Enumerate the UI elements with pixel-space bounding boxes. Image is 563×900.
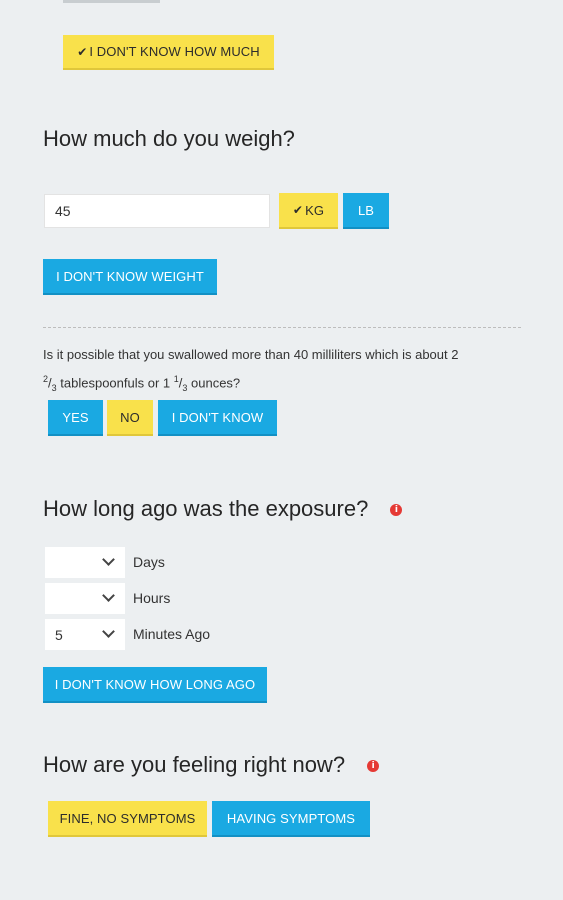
chevron-down-icon — [102, 553, 115, 566]
having-symptoms-button[interactable]: HAVING SYMPTOMS — [212, 801, 370, 837]
weight-value: 45 — [55, 203, 71, 219]
dont-know-how-long-button[interactable]: I DON'T KNOW HOW LONG AGO — [43, 667, 267, 703]
info-icon[interactable]: i — [390, 504, 403, 517]
checkmark-icon: ✔ — [292, 203, 304, 217]
dont-know-weight-button[interactable]: I DON'T KNOW WEIGHT — [43, 259, 217, 295]
no-label: NO — [120, 409, 140, 425]
dont-know-how-much-button[interactable]: ✔ I DON'T KNOW HOW MUCH — [63, 35, 274, 70]
days-select[interactable] — [45, 547, 125, 578]
dont-know-swallow-label: I DON'T KNOW — [171, 409, 264, 425]
weight-input[interactable]: 45 — [44, 194, 270, 228]
kg-button[interactable]: ✔ KG — [279, 193, 338, 229]
hours-label: Hours — [133, 590, 171, 606]
days-label: Days — [133, 554, 165, 570]
exposure-heading: How long ago was the exposure? i — [43, 496, 403, 522]
info-icon[interactable]: i — [367, 760, 380, 773]
minutes-select[interactable]: 5 — [45, 619, 125, 650]
feeling-heading: How are you feeling right now? i — [43, 752, 380, 778]
fraction-numerator: 2 — [43, 374, 49, 384]
lb-label: LB — [357, 202, 375, 218]
dont-know-how-long-label: I DON'T KNOW HOW LONG AGO — [54, 676, 256, 692]
yes-button[interactable]: YES — [48, 400, 103, 436]
fine-no-symptoms-label: FINE, NO SYMPTOMS — [59, 810, 196, 826]
exposure-heading-text: How long ago was the exposure? — [43, 496, 369, 521]
minutes-value: 5 — [55, 626, 63, 643]
weight-heading: How much do you weigh? — [43, 126, 295, 151]
fraction-numerator: 1 — [173, 374, 179, 384]
minutes-label: Minutes Ago — [133, 626, 211, 642]
having-symptoms-label: HAVING SYMPTOMS — [226, 810, 356, 826]
chevron-down-icon — [102, 589, 115, 602]
no-button[interactable]: NO — [107, 400, 153, 436]
dont-know-swallow-button[interactable]: I DON'T KNOW — [158, 400, 277, 436]
feeling-heading-text: How are you feeling right now? — [43, 752, 346, 777]
kg-label: KG — [305, 202, 325, 218]
swallow-question: Is it possible that you swallowed more t… — [43, 347, 459, 393]
yes-label: YES — [62, 409, 89, 425]
previous-control-edge — [63, 0, 160, 3]
hours-select[interactable] — [45, 583, 125, 614]
dont-know-how-much-label: I DON'T KNOW HOW MUCH — [89, 44, 260, 59]
fine-no-symptoms-button[interactable]: FINE, NO SYMPTOMS — [48, 801, 207, 837]
dont-know-weight-label: I DON'T KNOW WEIGHT — [56, 268, 204, 284]
chevron-down-icon — [102, 625, 115, 638]
section-divider — [43, 327, 521, 328]
lb-button[interactable]: LB — [343, 193, 389, 229]
checkmark-icon: ✔ — [77, 44, 88, 59]
